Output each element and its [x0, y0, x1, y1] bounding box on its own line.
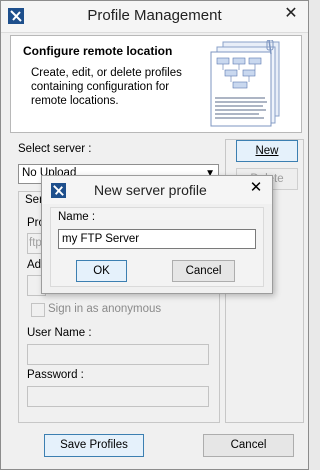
anonymous-label: Sign in as anonymous: [48, 303, 162, 315]
select-server-label: Select server :: [18, 143, 92, 155]
close-window-button[interactable]: ✕: [280, 3, 302, 25]
cancel-button[interactable]: Cancel: [203, 434, 294, 457]
name-label: Name :: [58, 211, 96, 223]
ok-button[interactable]: OK: [76, 260, 127, 282]
header-description: Create, edit, or delete profiles contain…: [31, 67, 182, 107]
dialog-cancel-label: Cancel: [185, 265, 222, 277]
new-server-profile-dialog: New server profile ✕ Name : my FTP Serve…: [41, 175, 273, 294]
dialog-title-bar: New server profile ✕: [42, 176, 272, 204]
save-profiles-label: Save Profiles: [60, 439, 128, 451]
cancel-button-label: Cancel: [230, 439, 267, 451]
username-field[interactable]: [27, 344, 209, 365]
password-label: Password :: [27, 369, 84, 381]
username-label: User Name :: [27, 327, 92, 339]
dialog-title: New server profile: [94, 182, 207, 198]
new-button-label: New: [255, 145, 279, 157]
dialog-close-button[interactable]: ✕: [246, 177, 266, 199]
app-logo-icon: [51, 183, 66, 198]
document-flowchart-icon: [210, 40, 280, 127]
profile-name-input[interactable]: my FTP Server: [58, 229, 256, 249]
anonymous-checkbox[interactable]: [31, 303, 45, 317]
dialog-cancel-button[interactable]: Cancel: [172, 260, 235, 282]
title-bar: Profile Management ✕: [1, 1, 308, 33]
new-button[interactable]: New: [236, 140, 298, 162]
header-title: Configure remote location: [23, 44, 173, 58]
password-field[interactable]: [27, 386, 209, 407]
save-profiles-button[interactable]: Save Profiles: [44, 434, 144, 457]
ok-button-label: OK: [93, 265, 110, 277]
header-panel: Configure remote location Create, edit, …: [10, 35, 302, 133]
window-title: Profile Management: [87, 7, 222, 24]
